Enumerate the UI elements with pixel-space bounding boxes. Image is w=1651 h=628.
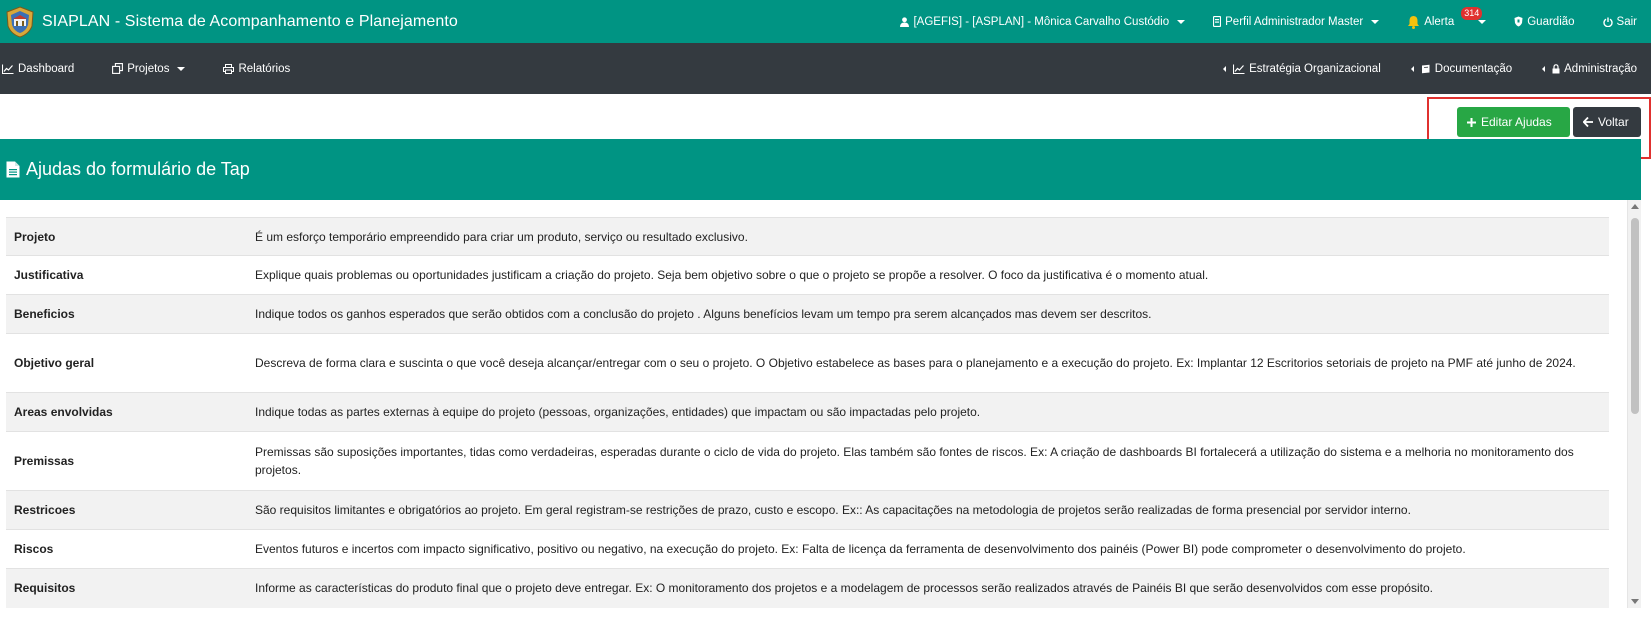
- app-logo[interactable]: [3, 5, 37, 39]
- print-icon: [223, 63, 235, 74]
- nav-administracao-label: Administração: [1564, 62, 1637, 75]
- table-row: Restricoes São requisitos limitantes e ob…: [6, 490, 1609, 530]
- page-bottom: [0, 608, 1651, 628]
- row-description: São requisitos limitantes e obrigatórios…: [255, 503, 1411, 517]
- action-bar: [0, 94, 1651, 139]
- scroll-up-arrow-icon[interactable]: [1631, 204, 1639, 209]
- alert-count-badge: 314: [1461, 6, 1483, 20]
- shield-icon: [1514, 16, 1523, 27]
- row-label: Requisitos: [14, 581, 76, 596]
- main-navbar: Dashboard Projetos Relatórios Estratégia…: [0, 43, 1651, 94]
- table-row: Beneficios Indique todos os ganhos espera…: [6, 294, 1609, 334]
- file-text-icon: [6, 161, 20, 178]
- alert-menu[interactable]: Alerta 314: [1393, 6, 1500, 29]
- nav-projetos[interactable]: Projetos: [112, 63, 199, 75]
- id-card-icon: [1213, 16, 1222, 27]
- user-menu[interactable]: [AGEFIS] - [ASPLAN] - Mônica Carvalho Cu…: [886, 16, 1199, 28]
- row-label: Restricoes: [14, 503, 76, 517]
- chevron-down-icon: [1371, 19, 1380, 24]
- panel-title: Ajudas do formulário de Tap: [26, 159, 250, 179]
- chevron-left-icon: [1542, 65, 1546, 72]
- user-icon: [900, 16, 910, 27]
- scroll-down-arrow-icon[interactable]: [1631, 599, 1639, 604]
- chevron-left-icon: [1410, 65, 1414, 72]
- nav-dashboard-label: Dashboard: [18, 62, 75, 75]
- row-label: Objetivo geral: [14, 356, 95, 370]
- row-label: Premissas: [14, 454, 75, 468]
- bell-icon: [1408, 15, 1420, 29]
- nav-left: Dashboard Projetos Relatórios: [0, 63, 304, 75]
- line-chart-icon: [2, 64, 14, 74]
- top-header: SIAPLAN - Sistema de Acompanhamento e Pl…: [0, 0, 1651, 43]
- row-description: Explique quais problemas ou oportunidade…: [255, 268, 1209, 282]
- row-description: Indique todas as partes externas à equip…: [255, 405, 981, 419]
- row-description: Informe as características do produto fi…: [255, 581, 1433, 596]
- table-row: Requisitos Informe as características do …: [6, 568, 1609, 608]
- nav-estrategia[interactable]: Estratégia Organizacional: [1209, 63, 1395, 75]
- nav-administracao[interactable]: Administração: [1528, 63, 1651, 75]
- row-description: Descreva de forma clara e suscinta o que…: [255, 356, 1576, 370]
- user-label: [AGEFIS] - [ASPLAN] - Mônica Carvalho Cu…: [913, 15, 1170, 28]
- nav-projetos-label: Projetos: [127, 62, 170, 75]
- row-description: É um esforço temporário empreendido para…: [255, 229, 748, 244]
- power-icon: [1602, 17, 1613, 27]
- nav-documentacao[interactable]: Documentação: [1397, 63, 1526, 75]
- table-row: Premissas Premissas são suposições import…: [6, 431, 1609, 491]
- row-label: Projeto: [14, 229, 56, 244]
- row-label: Justificativa: [14, 268, 84, 282]
- row-description: Premissas são suposições importantes, ti…: [255, 445, 1574, 477]
- clone-icon: [112, 63, 124, 74]
- row-description: Indique todos os ganhos esperados que se…: [255, 307, 1152, 321]
- row-label: Areas envolvidas: [14, 405, 113, 419]
- guardian-link[interactable]: Guardião: [1500, 16, 1588, 28]
- top-right-menu: [AGEFIS] - [ASPLAN] - Mônica Carvalho Cu…: [886, 0, 1651, 43]
- alert-label: Alerta: [1424, 15, 1455, 28]
- vertical-scrollbar[interactable]: [1627, 200, 1641, 608]
- lock-icon: [1552, 63, 1560, 73]
- exit-link[interactable]: Sair: [1589, 16, 1651, 28]
- nav-relatorios-label: Relatórios: [238, 62, 291, 75]
- profile-label: Perfil Administrador Master: [1225, 15, 1364, 28]
- help-table-container[interactable]: Projeto É um esforço temporário empreendi…: [0, 200, 1641, 608]
- table-row: Objetivo geral Descreva de forma clara e …: [6, 333, 1609, 393]
- table-row: Projeto É um esforço temporário empreendi…: [6, 217, 1609, 256]
- guardian-label: Guardião: [1527, 15, 1575, 28]
- row-description: Eventos futuros e incertos com impacto s…: [255, 542, 1466, 556]
- book-icon: [1421, 64, 1430, 73]
- table-row: Riscos Eventos futuros e incertos com imp…: [6, 529, 1609, 569]
- table-row: Areas envolvidas Indique todas as partes …: [6, 392, 1609, 432]
- help-table: Projeto É um esforço temporário empreendi…: [6, 217, 1609, 608]
- scroll-thumb[interactable]: [1631, 218, 1639, 414]
- app-title[interactable]: SIAPLAN - Sistema de Acompanhamento e Pl…: [42, 13, 458, 31]
- nav-relatorios[interactable]: Relatórios: [223, 63, 304, 75]
- line-chart-icon: [1233, 64, 1245, 74]
- nav-documentacao-label: Documentação: [1434, 62, 1513, 75]
- chevron-down-icon: [1177, 19, 1186, 24]
- chevron-down-icon: [177, 66, 186, 71]
- exit-label: Sair: [1616, 15, 1637, 28]
- row-label: Riscos: [14, 542, 54, 556]
- panel-header: Ajudas do formulário de Tap: [0, 139, 1641, 200]
- table-row: Justificativa Explique quais problemas ou…: [6, 255, 1609, 295]
- chevron-down-icon: [1478, 19, 1487, 24]
- profile-menu[interactable]: Perfil Administrador Master: [1199, 16, 1393, 28]
- row-label: Beneficios: [14, 307, 75, 321]
- chevron-left-icon: [1223, 65, 1227, 72]
- nav-estrategia-label: Estratégia Organizacional: [1249, 62, 1381, 75]
- nav-right: Estratégia Organizacional Documentação A…: [1207, 43, 1651, 94]
- nav-dashboard[interactable]: Dashboard: [2, 63, 88, 75]
